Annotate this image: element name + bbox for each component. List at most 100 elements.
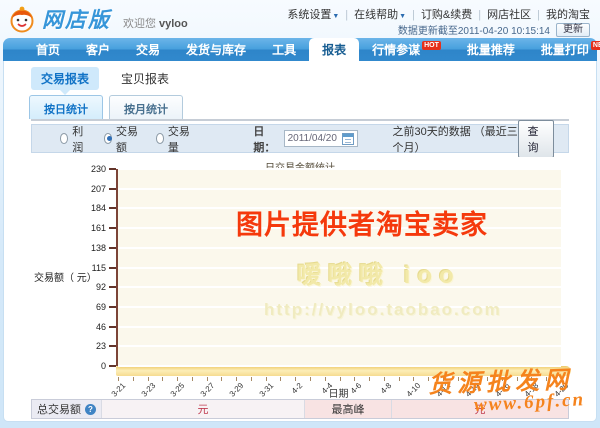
nav-tab-4[interactable]: 工具 [259, 38, 309, 61]
x-tick [546, 377, 547, 381]
x-tick [207, 377, 208, 381]
gridline [118, 267, 561, 269]
x-axis-label: 日期 [116, 385, 561, 400]
radio-circle [60, 133, 68, 144]
y-tick [109, 168, 116, 170]
tab-divider [31, 119, 569, 121]
nav-tab-5[interactable]: 报表 [309, 38, 359, 61]
update-button[interactable]: 更新 [556, 23, 590, 37]
summary-label: 总交易额 [37, 401, 81, 417]
x-tick [236, 377, 237, 381]
y-tick [109, 306, 116, 308]
logo-area: 网店版 欢迎您vyloo [8, 4, 188, 34]
nav-tab-7[interactable]: 批量推荐 [454, 38, 528, 61]
badge-new: NEW [591, 41, 600, 50]
x-tick [177, 377, 178, 381]
query-button[interactable]: 查询 [518, 120, 554, 158]
shop-admin-page: 网店版 欢迎您vyloo 系统设置▼|在线帮助▼|订购&续费|网店社区|我的淘宝… [0, 0, 600, 428]
y-tick [109, 365, 116, 367]
range-note: 之前30天的数据 （最近三个月） [392, 123, 518, 155]
x-tick [192, 377, 193, 381]
radio-option-2[interactable]: 交易量 [156, 123, 192, 155]
y-tick [109, 247, 116, 249]
nav-tab-2[interactable]: 交易 [123, 38, 173, 61]
y-tick-label: 161 [91, 223, 106, 233]
gridline [118, 345, 561, 347]
y-tick [109, 345, 116, 347]
report-subnav: 交易报表宝贝报表 [31, 67, 191, 90]
radio-circle [104, 133, 112, 144]
x-tick [561, 377, 562, 381]
radio-circle [156, 133, 164, 144]
gridline [118, 326, 561, 328]
badge-hot: HOT [422, 41, 441, 50]
x-tick [118, 377, 119, 381]
y-tick [109, 188, 116, 190]
welcome-text: 欢迎您vyloo [123, 15, 188, 31]
header-link[interactable]: 在线帮助▼ [354, 9, 406, 21]
x-tick [221, 377, 222, 381]
x-tick [413, 377, 414, 381]
link-separator: | [478, 9, 481, 21]
header-link[interactable]: 网店社区 [487, 9, 531, 21]
radio-option-0[interactable]: 利润 [60, 123, 88, 155]
nav-tab-0[interactable]: 首页 [23, 38, 73, 61]
mascot-icon [8, 5, 36, 33]
metric-radio-group: 利润交易额交易量 [60, 123, 191, 155]
x-tick [251, 377, 252, 381]
link-separator: | [345, 9, 348, 21]
header-link[interactable]: 订购&续费 [421, 9, 472, 21]
x-tick [502, 377, 503, 381]
x-tick [443, 377, 444, 381]
x-tick [517, 377, 518, 381]
header-link[interactable]: 系统设置▼ [287, 9, 339, 21]
stat-tab-0[interactable]: 按日统计 [29, 95, 103, 119]
radio-option-1[interactable]: 交易额 [104, 123, 140, 155]
y-axis-label: 交易额（ 元） [34, 269, 97, 284]
y-tick [109, 267, 116, 269]
nav-tab-3[interactable]: 发货与库存 [173, 38, 259, 61]
date-input[interactable]: 2011/04/20 [284, 130, 359, 147]
y-tick [109, 326, 116, 328]
nav-tab-6[interactable]: 行情参谋HOT [359, 38, 454, 61]
nav-tab-8[interactable]: 批量打印NEW [528, 38, 600, 61]
gridline [118, 227, 561, 229]
y-tick-label: 184 [91, 203, 106, 213]
nav-tab-1[interactable]: 客户 [73, 38, 123, 61]
x-tick [295, 377, 296, 381]
summary-value-cell: 元 [102, 400, 305, 418]
x-tick [266, 377, 267, 381]
y-tick-label: 230 [91, 164, 106, 174]
stat-tab-1[interactable]: 按月统计 [109, 95, 183, 119]
calendar-icon[interactable] [342, 133, 354, 145]
x-tick [384, 377, 385, 381]
y-tick-label: 115 [92, 263, 106, 273]
y-tick-label: 138 [91, 243, 106, 253]
gridline [118, 207, 561, 209]
date-label: 日期： [253, 123, 279, 155]
y-tick-label: 46 [96, 322, 106, 332]
link-separator: | [412, 9, 415, 21]
stat-period-tabs: 按日统计按月统计 [29, 95, 183, 119]
summary-value-cell: 元 [392, 400, 568, 418]
x-tick [399, 377, 400, 381]
gridline [118, 188, 561, 190]
summary-label-cell: 总交易额? [32, 400, 102, 418]
x-tick [310, 377, 311, 381]
summary-value: 元 [475, 401, 486, 417]
y-tick-label: 92 [96, 282, 106, 292]
help-icon[interactable]: ? [85, 404, 96, 415]
x-tick [369, 377, 370, 381]
subnav-tab-0[interactable]: 交易报表 [31, 67, 99, 90]
y-tick [109, 286, 116, 288]
x-tick [280, 377, 281, 381]
plot-area: 2302071841611381159269462303-213-233-253… [116, 169, 561, 366]
x-tick [148, 377, 149, 381]
gridline [118, 168, 561, 170]
x-tick [133, 377, 134, 381]
header-link[interactable]: 我的淘宝 [546, 9, 590, 21]
y-tick [109, 227, 116, 229]
chevron-down-icon: ▼ [332, 13, 339, 20]
username: vyloo [159, 18, 188, 30]
subnav-tab-1[interactable]: 宝贝报表 [111, 67, 179, 90]
